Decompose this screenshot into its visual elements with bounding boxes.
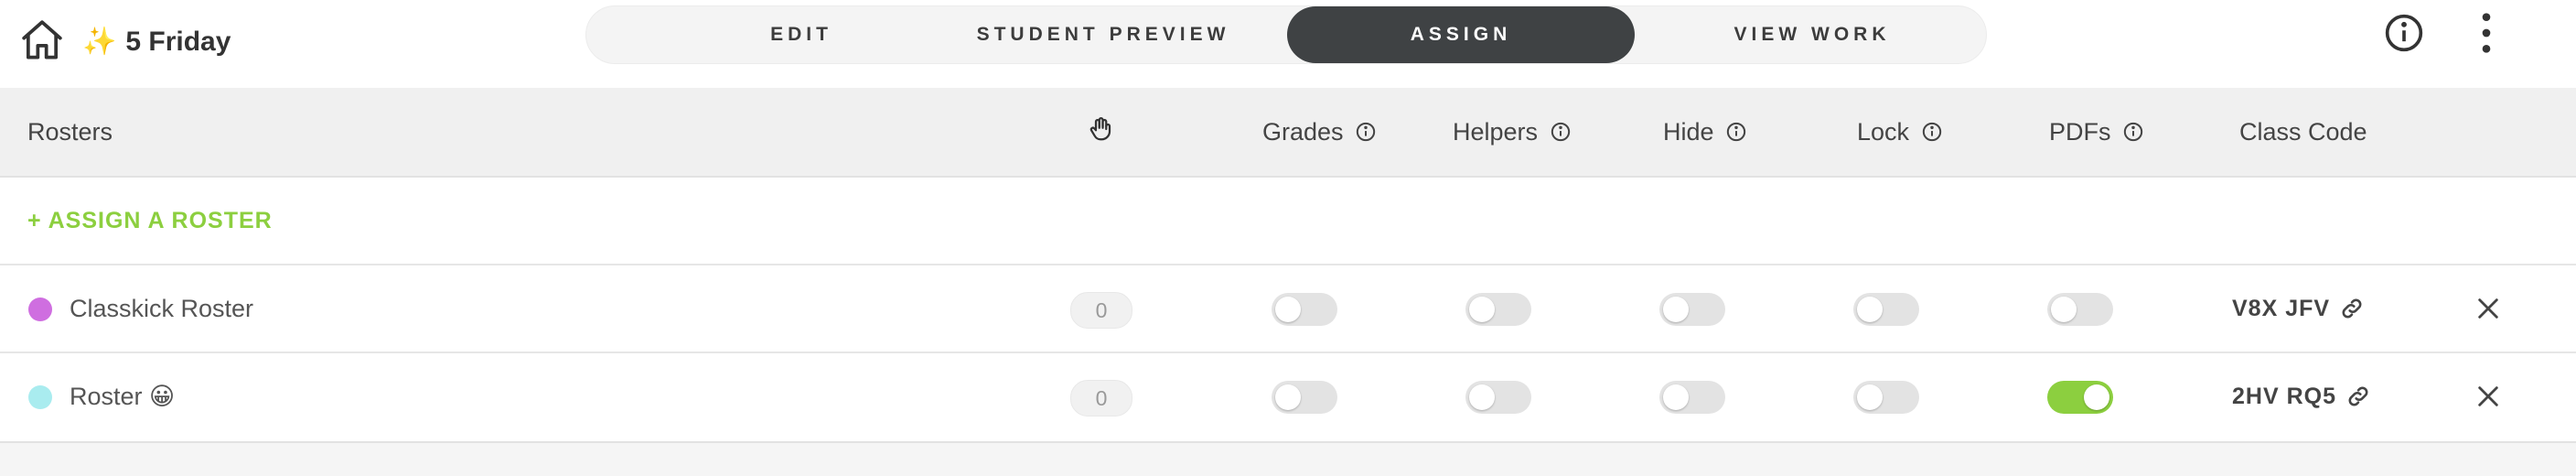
tab-edit[interactable]: EDIT [687,6,916,63]
column-grades: Grades [1262,88,1376,176]
hand-count-badge: 0 [1070,380,1132,416]
column-lock-label: Lock [1857,118,1910,146]
class-code: V8X JFV [2232,265,2365,352]
page-title: 5 Friday [125,27,231,57]
column-pdfs-label: PDFs [2049,118,2111,146]
column-lock: Lock [1857,88,1942,176]
pdfs-toggle[interactable] [2047,381,2113,414]
grades-toggle[interactable] [1272,381,1337,414]
info-icon[interactable] [1922,122,1942,142]
toggle-knob [2051,297,2077,322]
class-code-value: V8X JFV [2232,295,2331,321]
toggle-knob [1857,297,1883,322]
more-vertical-icon[interactable] [2470,9,2503,57]
link-icon[interactable] [2345,384,2371,409]
toggle-knob [1663,384,1689,410]
helpers-toggle[interactable] [1465,381,1531,414]
info-icon[interactable] [1551,122,1571,142]
table-header: Rosters Grades Helpers Hide Lock PDFs Cl… [0,88,2576,178]
hide-toggle[interactable] [1659,293,1725,326]
toggle-knob [1469,384,1495,410]
toggle-knob [2084,384,2109,410]
tab-view-work[interactable]: VIEW WORK [1638,6,1986,63]
roster-color-dot [28,298,52,321]
tab-assign[interactable]: ASSIGN [1287,6,1635,63]
roster-table: Rosters Grades Helpers Hide Lock PDFs Cl… [0,88,2576,443]
hide-toggle[interactable] [1659,381,1725,414]
class-code-value: 2HV RQ5 [2232,383,2336,409]
class-code: 2HV RQ5 [2232,353,2371,439]
sparkle-icon: ✨ [82,27,117,57]
info-icon[interactable] [1726,122,1746,142]
roster-color-dot [28,385,52,409]
column-helpers: Helpers [1453,88,1571,176]
lock-toggle[interactable] [1853,381,1919,414]
toggle-knob [1275,297,1301,322]
toggle-knob [1275,384,1301,410]
pdfs-toggle[interactable] [2047,293,2113,326]
mode-tabs: EDIT STUDENT PREVIEW ASSIGN VIEW WORK [585,5,1987,64]
roster-name[interactable]: Classkick Roster [70,265,253,352]
column-pdfs: PDFs [2049,88,2143,176]
table-row: Classkick Roster 0 V8X JFV [0,265,2576,353]
home-icon[interactable] [16,15,68,66]
info-icon[interactable] [1356,122,1376,142]
hand-icon [1087,115,1118,146]
toggle-knob [1663,297,1689,322]
toggle-knob [1469,297,1495,322]
close-icon[interactable] [2475,384,2501,409]
column-helpers-label: Helpers [1453,118,1539,146]
grades-toggle[interactable] [1272,293,1337,326]
tab-student-preview[interactable]: STUDENT PREVIEW [897,6,1309,63]
toggle-knob [1857,384,1883,410]
roster-name[interactable]: Roster 😀 [70,353,175,439]
link-icon[interactable] [2339,296,2365,321]
assignment-title[interactable]: ✨ 5 Friday [82,16,231,68]
close-icon[interactable] [2475,296,2501,321]
column-rosters: Rosters [27,118,113,146]
hand-count-badge: 0 [1070,292,1132,329]
table-row: Roster 😀 0 2HV RQ5 [0,353,2576,439]
assign-roster-row: + ASSIGN A ROSTER [0,178,2576,265]
lock-toggle[interactable] [1853,293,1919,326]
top-bar: ✨ 5 Friday EDIT STUDENT PREVIEW ASSIGN V… [0,0,2576,88]
info-icon[interactable] [2384,13,2424,53]
column-hide: Hide [1663,88,1746,176]
column-class-code: Class Code [2239,118,2367,146]
info-icon[interactable] [2123,122,2143,142]
assign-roster-link[interactable]: + ASSIGN A ROSTER [27,178,273,264]
column-hide-label: Hide [1663,118,1714,146]
column-grades-label: Grades [1262,118,1344,146]
helpers-toggle[interactable] [1465,293,1531,326]
